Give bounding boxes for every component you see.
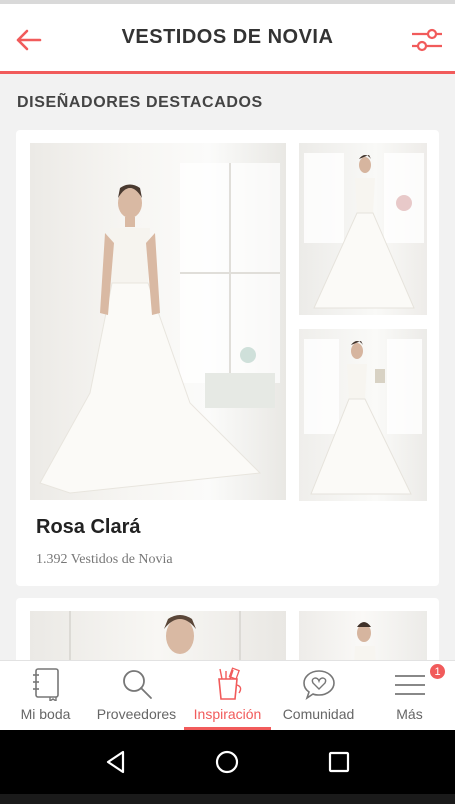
triangle-back-icon	[106, 750, 124, 774]
dress-photo-top[interactable]	[299, 143, 427, 315]
notebook-icon	[32, 668, 59, 701]
bottom-navigation: Mi boda Proveedores Inspiración Comunida…	[0, 660, 455, 730]
section-title: DISEÑADORES DESTACADOS	[17, 94, 263, 111]
inspiration-icon	[217, 667, 241, 700]
nav-item-inspiracion[interactable]: Inspiración	[182, 661, 273, 730]
dress-photo-bottom[interactable]	[299, 329, 427, 501]
nav-item-mas[interactable]: 1 Más	[364, 661, 455, 730]
system-home-button[interactable]	[202, 737, 252, 787]
system-back-button[interactable]	[91, 737, 141, 787]
dress-count: 1.392 Vestidos de Novia	[36, 552, 173, 567]
filter-button[interactable]	[407, 24, 447, 56]
system-recents-button[interactable]	[314, 737, 364, 787]
circle-home-icon	[216, 750, 239, 774]
square-recents-icon	[329, 751, 350, 773]
nav-label: Inspiración	[193, 706, 262, 722]
nav-item-mi-boda[interactable]: Mi boda	[0, 661, 91, 730]
system-bar-edge	[0, 794, 455, 804]
bride-image	[39, 163, 280, 494]
chat-heart-icon	[302, 670, 335, 700]
designer-name[interactable]: Rosa Clará	[36, 516, 141, 539]
arrow-left-icon	[16, 29, 42, 51]
nav-label: Comunidad	[282, 706, 355, 722]
nav-label: Proveedores	[96, 706, 177, 722]
page-title: VESTIDOS DE NOVIA	[121, 26, 334, 48]
designer-card[interactable]: Rosa Clará 1.392 Vestidos de Novia	[16, 130, 439, 586]
system-navigation-bar	[0, 730, 455, 794]
app-header: VESTIDOS DE NOVIA	[0, 4, 455, 74]
nav-item-proveedores[interactable]: Proveedores	[91, 661, 182, 730]
nav-label: Más	[396, 706, 423, 722]
notification-badge: 1	[428, 662, 447, 681]
search-icon	[122, 670, 152, 699]
menu-icon	[394, 675, 425, 695]
nav-item-comunidad[interactable]: Comunidad	[273, 661, 364, 730]
back-button[interactable]	[10, 24, 46, 56]
bride-image	[304, 153, 424, 309]
bride-image	[304, 339, 422, 495]
sliders-icon	[412, 28, 442, 52]
nav-label: Mi boda	[20, 706, 71, 722]
dress-photo-main[interactable]	[30, 143, 286, 500]
